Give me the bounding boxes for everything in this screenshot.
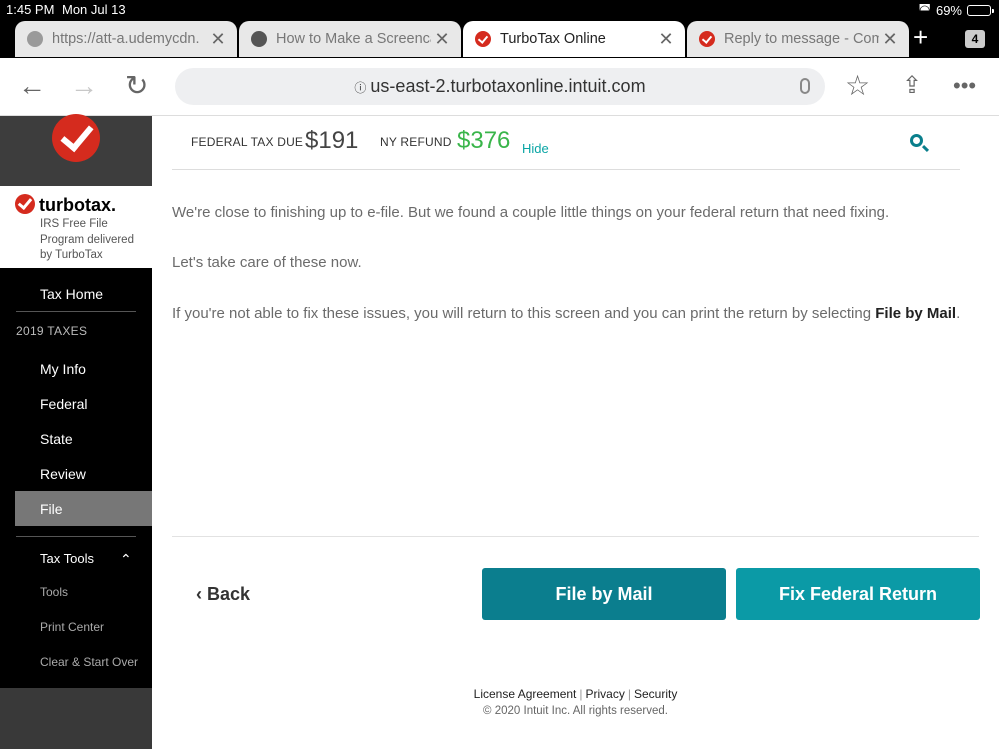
wifi-icon: ◚ xyxy=(918,2,931,17)
tab-label: How to Make a Screencast xyxy=(276,31,431,47)
browser-toolbar: ← → ↻ ⓘ us-east-2.turbotaxonline.intuit.c… xyxy=(0,58,999,116)
url-field[interactable]: ⓘ us-east-2.turbotaxonline.intuit.com xyxy=(175,68,825,105)
status-time: 1:45 PM xyxy=(6,2,55,17)
sidebar-section-label: 2019 TAXES xyxy=(16,324,88,338)
instruction-paragraph: Let's take care of these now. xyxy=(172,254,362,271)
fallback-text: If you're not able to fix these issues, … xyxy=(172,305,876,322)
close-icon[interactable]: ✕ xyxy=(431,29,453,50)
tab-label: TurboTax Online xyxy=(500,31,606,47)
bookmark-star-icon[interactable]: ☆ xyxy=(845,72,870,100)
tab-screencast[interactable]: How to Make a Screencast ✕ xyxy=(239,21,461,57)
security-link[interactable]: Security xyxy=(634,687,677,701)
turbotax-check-icon xyxy=(15,194,35,214)
microphone-icon[interactable] xyxy=(800,78,810,94)
privacy-link[interactable]: Privacy xyxy=(586,687,625,701)
sidebar: turbotax. IRS Free File Program delivere… xyxy=(0,114,152,749)
fix-federal-return-button[interactable]: Fix Federal Return xyxy=(736,568,980,620)
turbotax-check-icon xyxy=(475,31,491,47)
tab-udemy[interactable]: https://att-a.udemycdn. ✕ xyxy=(15,21,237,57)
turbotax-check-icon xyxy=(699,31,715,47)
tab-reply[interactable]: Reply to message - Comm ✕ xyxy=(687,21,909,57)
url-text: us-east-2.turbotaxonline.intuit.com xyxy=(370,76,646,96)
brand-name: turbotax. xyxy=(39,195,117,215)
license-agreement-link[interactable]: License Agreement xyxy=(474,687,577,701)
fallback-paragraph: If you're not able to fix these issues, … xyxy=(172,301,962,326)
file-by-mail-button[interactable]: File by Mail xyxy=(482,568,726,620)
more-icon[interactable]: ••• xyxy=(953,72,976,100)
info-icon: ⓘ xyxy=(354,81,367,95)
back-arrow-icon[interactable]: ← xyxy=(18,72,46,100)
search-icon[interactable] xyxy=(910,134,923,147)
sidebar-item-tax-tools[interactable]: Tax Tools xyxy=(40,551,94,566)
sidebar-active-highlight xyxy=(15,491,152,526)
chevron-up-icon[interactable]: ⌃ xyxy=(120,551,132,568)
forward-arrow-icon[interactable]: → xyxy=(70,72,98,100)
back-label: Back xyxy=(207,584,251,604)
close-icon[interactable]: ✕ xyxy=(655,29,677,50)
sidebar-item-print-center[interactable]: Print Center xyxy=(40,620,104,634)
close-icon[interactable]: ✕ xyxy=(207,29,229,50)
sidebar-item-clear-start-over[interactable]: Clear & Start Over xyxy=(40,655,138,669)
status-date: Mon Jul 13 xyxy=(62,2,126,17)
ny-refund-amount: $376 xyxy=(457,127,511,154)
back-button[interactable]: ‹ Back xyxy=(196,584,250,605)
tab-turbotax[interactable]: TurboTax Online ✕ xyxy=(463,21,685,57)
sidebar-item-tools[interactable]: Tools xyxy=(40,585,68,599)
sidebar-item-my-info[interactable]: My Info xyxy=(40,361,86,377)
tab-count-button[interactable]: 4 xyxy=(965,30,985,48)
federal-tax-amount: $191 xyxy=(305,127,359,154)
battery-icon xyxy=(967,4,994,16)
file-by-mail-emphasis: File by Mail xyxy=(875,305,957,322)
sidebar-item-tax-home[interactable]: Tax Home xyxy=(40,286,103,302)
sidebar-item-review[interactable]: Review xyxy=(40,466,86,482)
turbotax-check-icon xyxy=(52,114,100,162)
fallback-period: . xyxy=(956,305,961,322)
sidebar-divider xyxy=(16,311,136,312)
tax-summary-bar: FEDERAL TAX DUE $191 NY REFUND $376 Hide xyxy=(172,116,960,170)
sidebar-item-file[interactable]: File xyxy=(40,501,63,517)
sidebar-item-federal[interactable]: Federal xyxy=(40,396,87,412)
reload-icon[interactable]: ↻ xyxy=(125,72,148,100)
sidebar-item-state[interactable]: State xyxy=(40,431,73,447)
federal-tax-label: FEDERAL TAX DUE xyxy=(191,135,304,149)
sidebar-divider xyxy=(16,536,136,537)
globe-icon xyxy=(27,31,43,47)
footer-links: License Agreement | Privacy | Security xyxy=(473,687,678,701)
content-divider xyxy=(172,536,979,537)
battery-percent: 69% xyxy=(935,2,962,18)
close-icon[interactable]: ✕ xyxy=(879,29,901,50)
share-icon[interactable]: ⇪ xyxy=(902,72,922,100)
sidebar-nav: Tax Home 2019 TAXES My Info Federal Stat… xyxy=(0,268,152,688)
status-bar: 1:45 PM Mon Jul 13 ◚ 69% xyxy=(0,0,999,20)
tab-label: https://att-a.udemycdn. xyxy=(52,31,200,47)
chevron-left-icon: ‹ xyxy=(196,584,202,604)
brand-subtitle: IRS Free File Program delivered by Turbo… xyxy=(40,218,134,261)
status-right: ◚ 69% xyxy=(918,2,994,18)
new-tab-icon[interactable]: + xyxy=(913,24,928,50)
main-content: FEDERAL TAX DUE $191 NY REFUND $376 Hide… xyxy=(152,116,999,749)
copyright: © 2020 Intuit Inc. All rights reserved. xyxy=(483,705,668,717)
mail-icon xyxy=(251,31,267,47)
ny-refund-label: NY REFUND xyxy=(380,135,452,149)
intro-paragraph: We're close to finishing up to e-file. B… xyxy=(172,204,890,221)
sidebar-brand: turbotax. IRS Free File Program delivere… xyxy=(0,186,152,268)
tab-label: Reply to message - Comm xyxy=(724,31,879,47)
tab-strip: https://att-a.udemycdn. ✕ How to Make a … xyxy=(0,20,999,58)
hide-link[interactable]: Hide xyxy=(522,141,549,156)
sidebar-logo-area xyxy=(0,114,152,186)
